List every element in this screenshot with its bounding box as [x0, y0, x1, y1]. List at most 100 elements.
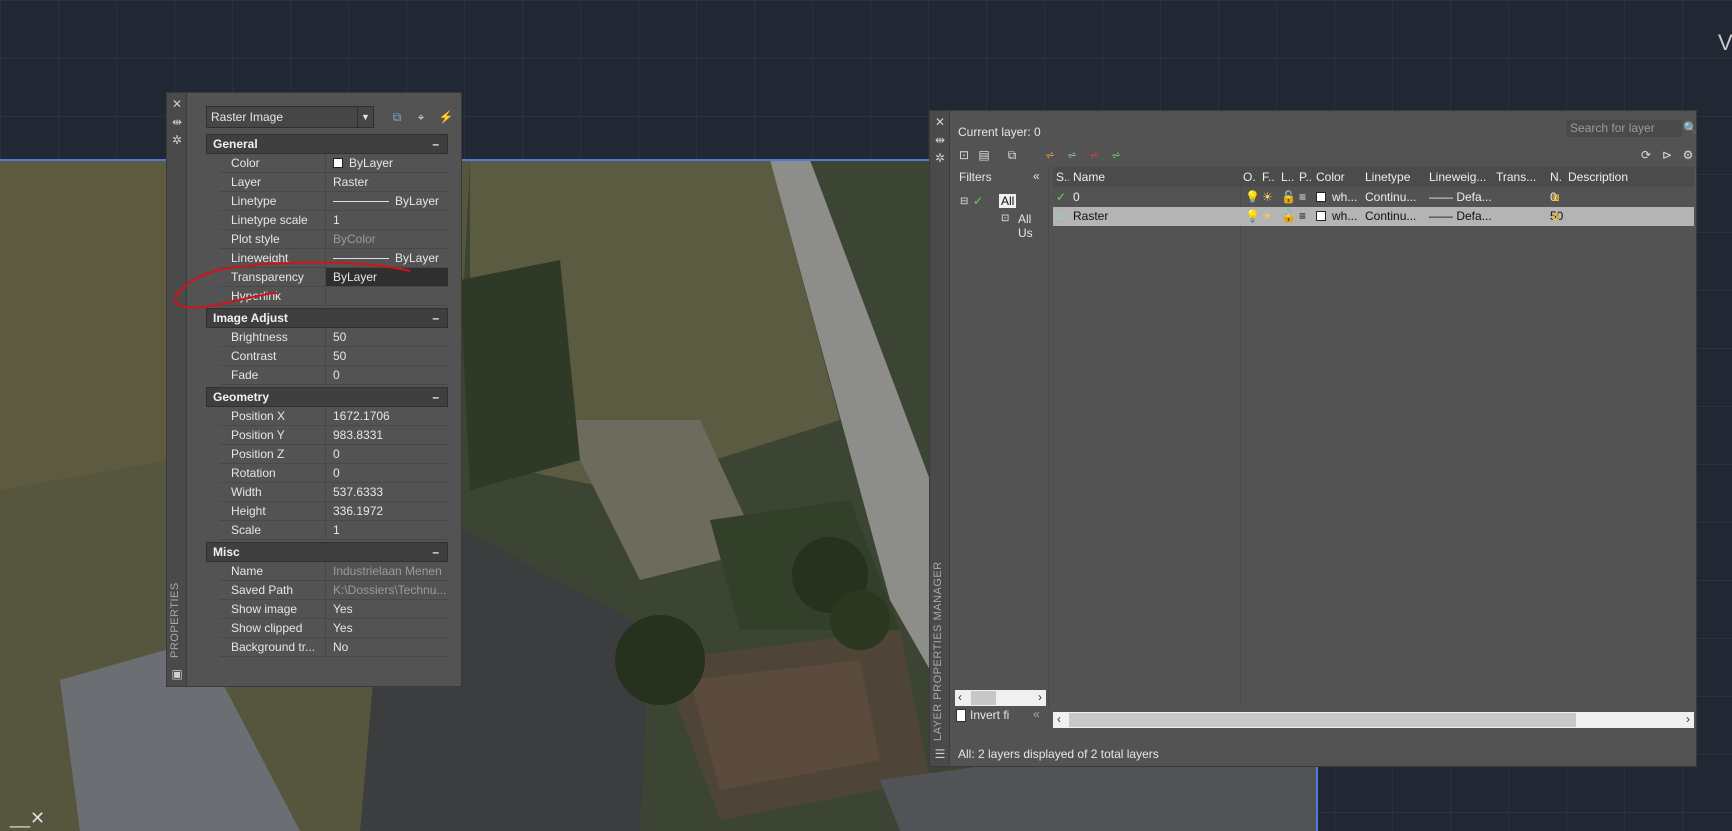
property-row[interactable]: Scale 1: [219, 521, 448, 540]
property-row[interactable]: Saved Path K:\Dossiers\Technu...: [219, 581, 448, 600]
layer-list-scrollbar[interactable]: ‹ ›: [1053, 712, 1694, 728]
property-row[interactable]: Contrast 50: [219, 347, 448, 366]
layer-name[interactable]: 0: [1070, 188, 1080, 207]
property-value-cell[interactable]: Yes: [325, 600, 448, 618]
linetype-cell[interactable]: Continu...: [1362, 207, 1426, 226]
on-bulb-icon[interactable]: 💡: [1242, 188, 1260, 207]
properties-title-strip[interactable]: ✕ ⇹ ✲ PROPERTIES ▣: [167, 93, 187, 686]
layer-row[interactable]: ✓ 0 💡 ☀ 🔓 ≡ wh... Continu... —— Defa... …: [1053, 188, 1694, 207]
new-vp-freeze-icon[interactable]: ⧇: [1549, 188, 1560, 207]
property-value-cell[interactable]: Raster: [325, 173, 448, 191]
property-row[interactable]: Layer Raster: [219, 173, 448, 192]
property-row[interactable]: Position Y 983.8331: [219, 426, 448, 445]
property-row[interactable]: Width 537.6333: [219, 483, 448, 502]
plot-icon[interactable]: ≡: [1296, 188, 1306, 207]
column-header[interactable]: F..: [1259, 167, 1278, 187]
property-value-cell[interactable]: ByColor: [325, 230, 448, 248]
property-value-cell[interactable]: 0: [325, 464, 448, 482]
property-row[interactable]: Height 336.1972: [219, 502, 448, 521]
on-bulb-icon[interactable]: 💡: [1242, 207, 1260, 226]
section-header-geometry[interactable]: Geometry –: [206, 387, 448, 407]
unlock-icon[interactable]: 🔓: [1278, 188, 1296, 207]
layer-manager-title-strip[interactable]: ✕ ⇹ ✲ LAYER PROPERTIES MANAGER ☰: [930, 111, 950, 766]
delete-layer-icon[interactable]: ⩫: [1086, 148, 1102, 162]
search-icon[interactable]: 🔍: [1683, 120, 1698, 137]
property-row[interactable]: Color ByLayer: [219, 154, 448, 173]
property-value-cell[interactable]: Yes: [325, 619, 448, 637]
property-row[interactable]: Position Z 0: [219, 445, 448, 464]
unlock-icon[interactable]: 🔓: [1278, 207, 1296, 226]
invert-filter-checkbox[interactable]: [956, 709, 966, 722]
property-value-cell[interactable]: 50: [325, 347, 448, 365]
layer-settings-icon[interactable]: ⊳: [1659, 148, 1675, 162]
property-value-cell[interactable]: Industrielaan Menen: [325, 562, 448, 580]
new-vp-freeze-icon[interactable]: ⧇: [1549, 207, 1560, 226]
property-row[interactable]: Transparency ByLayer: [219, 268, 448, 287]
section-header-general[interactable]: General –: [206, 134, 448, 154]
object-type-dropdown[interactable]: Raster Image ▼: [206, 106, 374, 128]
quick-properties-icon[interactable]: ▣: [170, 667, 184, 681]
layer-name[interactable]: Raster: [1070, 207, 1108, 226]
new-property-filter-icon[interactable]: ⊡: [956, 148, 972, 162]
column-header[interactable]: Trans...: [1493, 167, 1547, 187]
property-value-cell[interactable]: ByLayer: [325, 268, 448, 286]
column-header[interactable]: Linetype: [1362, 167, 1426, 187]
property-row[interactable]: Plot style ByColor: [219, 230, 448, 249]
property-row[interactable]: Linetype scale 1: [219, 211, 448, 230]
filters-scrollbar[interactable]: ‹ ›: [955, 690, 1046, 706]
property-value-cell[interactable]: ByLayer: [325, 154, 448, 172]
property-row[interactable]: Lineweight ByLayer: [219, 249, 448, 268]
gear-icon[interactable]: ⚙: [1680, 148, 1696, 162]
column-header[interactable]: Lineweig...: [1426, 167, 1493, 187]
collapse-icon[interactable]: –: [432, 309, 439, 327]
tree-collapse-icon[interactable]: ⊟: [960, 196, 968, 207]
refresh-icon[interactable]: ⟳: [1638, 148, 1654, 162]
close-icon[interactable]: ✕: [170, 97, 184, 111]
property-row[interactable]: Hyperlink: [219, 287, 448, 306]
set-current-icon[interactable]: ⩫: [1108, 148, 1124, 162]
property-value-cell[interactable]: 537.6333: [325, 483, 448, 501]
close-icon[interactable]: ✕: [933, 115, 947, 129]
collapse-icon[interactable]: –: [432, 543, 439, 561]
property-row[interactable]: Fade 0: [219, 366, 448, 385]
quick-select-icon[interactable]: ⚡: [438, 110, 454, 124]
column-header[interactable]: S..: [1053, 167, 1070, 187]
layer-row[interactable]: ▱ Raster 💡 ☀ 🔓 ≡ wh... Continu... —— Def…: [1053, 207, 1694, 226]
property-row[interactable]: Brightness 50: [219, 328, 448, 347]
property-row[interactable]: Name Industrielaan Menen: [219, 562, 448, 581]
settings-icon[interactable]: ✲: [933, 151, 947, 165]
select-objects-icon[interactable]: ⌖: [413, 110, 429, 124]
filter-all[interactable]: All: [999, 194, 1017, 208]
lineweight-cell[interactable]: —— Defa...: [1426, 188, 1493, 207]
layer-states-manager-icon[interactable]: ⧉: [1004, 148, 1020, 162]
property-value-cell[interactable]: 50: [325, 328, 448, 346]
property-value-cell[interactable]: No: [325, 638, 448, 656]
property-value-cell[interactable]: 336.1972: [325, 502, 448, 520]
color-cell[interactable]: wh...: [1313, 207, 1357, 226]
property-value-cell[interactable]: 0: [325, 366, 448, 384]
toggle-pickadd-icon[interactable]: ⧉: [389, 110, 405, 124]
property-row[interactable]: Linetype ByLayer: [219, 192, 448, 211]
property-row[interactable]: Show clipped Yes: [219, 619, 448, 638]
property-value-cell[interactable]: 1: [325, 521, 448, 539]
settings-icon[interactable]: ✲: [170, 133, 184, 147]
auto-hide-icon[interactable]: ⇹: [170, 115, 184, 129]
column-header[interactable]: O.: [1240, 167, 1259, 187]
search-layer-input[interactable]: Search for layer 🔍: [1566, 120, 1698, 137]
section-header-image-adjust[interactable]: Image Adjust –: [206, 308, 448, 328]
property-value-cell[interactable]: 0: [325, 445, 448, 463]
property-value-cell[interactable]: 1672.1706: [325, 407, 448, 425]
collapse-icon[interactable]: –: [432, 388, 439, 406]
column-header[interactable]: L..: [1278, 167, 1296, 187]
thaw-sun-icon[interactable]: ☀: [1259, 207, 1273, 226]
property-value-cell[interactable]: 1: [325, 211, 448, 229]
property-row[interactable]: Background tr... No: [219, 638, 448, 657]
property-value-cell[interactable]: ByLayer: [325, 192, 448, 210]
new-layer-icon[interactable]: ⩫: [1042, 148, 1058, 162]
column-header[interactable]: Color: [1313, 167, 1362, 187]
plot-icon[interactable]: ≡: [1296, 207, 1306, 226]
filter-all-used[interactable]: All Us: [1018, 212, 1048, 240]
new-layer-vp-frozen-icon[interactable]: ⩫: [1064, 148, 1080, 162]
collapse-icon[interactable]: «: [1033, 707, 1040, 721]
collapse-icon[interactable]: –: [432, 135, 439, 153]
